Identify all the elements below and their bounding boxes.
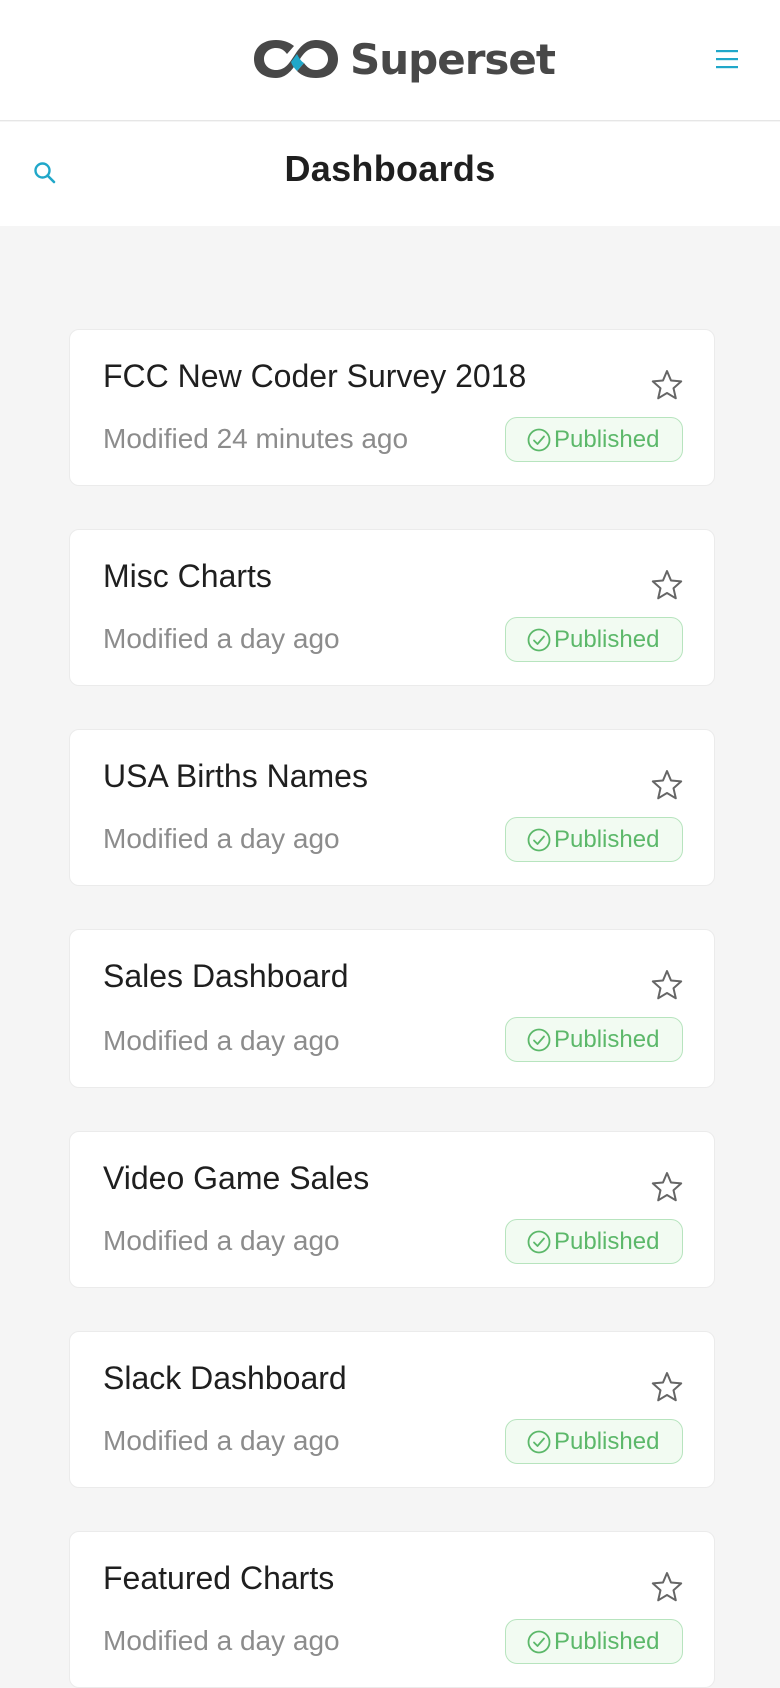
status-label: Published	[554, 1025, 660, 1053]
dashboard-title[interactable]: USA Births Names	[103, 758, 368, 795]
dashboard-card[interactable]: FCC New Coder Survey 2018 Modified 24 mi…	[69, 329, 715, 486]
modified-time: Modified a day ago	[103, 623, 340, 654]
status-label: Published	[554, 1627, 660, 1655]
modified-time: Modified 24 minutes ago	[103, 423, 409, 454]
dashboard-title[interactable]: Slack Dashboard	[103, 1360, 347, 1397]
star-icon[interactable]	[650, 568, 684, 602]
superset-logo-icon	[254, 40, 338, 78]
top-navbar: Superset	[0, 0, 780, 121]
dashboard-card[interactable]: USA Births Names Modified a day ago Publ…	[69, 729, 715, 886]
modified-time: Modified a day ago	[103, 1625, 340, 1656]
modified-time: Modified a day ago	[103, 823, 340, 854]
star-icon[interactable]	[650, 768, 684, 802]
status-label: Published	[554, 625, 660, 653]
check-circle-icon	[527, 1230, 551, 1253]
dashboard-title[interactable]: FCC New Coder Survey 2018	[103, 358, 526, 395]
check-circle-icon	[527, 828, 551, 851]
status-badge: Published	[505, 1219, 683, 1264]
star-icon[interactable]	[650, 368, 684, 402]
star-icon[interactable]	[650, 1370, 684, 1404]
dashboard-title[interactable]: Sales Dashboard	[103, 958, 348, 995]
dashboard-card[interactable]: Sales Dashboard Modified a day ago Publi…	[69, 929, 715, 1088]
status-label: Published	[554, 425, 660, 453]
modified-time: Modified a day ago	[103, 1025, 340, 1056]
check-circle-icon	[527, 628, 551, 651]
check-circle-icon	[527, 1028, 551, 1051]
status-badge: Published	[505, 1017, 683, 1062]
dashboard-card[interactable]: Video Game Sales Modified a day ago Publ…	[69, 1131, 715, 1288]
dashboard-title[interactable]: Misc Charts	[103, 558, 272, 595]
status-label: Published	[554, 825, 660, 853]
page-title: Dashboards	[284, 148, 496, 189]
status-badge: Published	[505, 1619, 683, 1664]
status-badge: Published	[505, 417, 683, 462]
star-icon[interactable]	[650, 968, 684, 1002]
brand-logo[interactable]: Superset	[250, 30, 556, 88]
status-label: Published	[554, 1227, 660, 1255]
modified-time: Modified a day ago	[103, 1225, 340, 1256]
status-badge: Published	[505, 817, 683, 862]
status-label: Published	[554, 1427, 660, 1455]
brand-name: Superset	[350, 34, 556, 84]
status-badge: Published	[505, 1419, 683, 1464]
hamburger-menu-icon[interactable]	[714, 47, 740, 71]
star-icon[interactable]	[650, 1570, 684, 1604]
check-circle-icon	[527, 1430, 551, 1453]
check-circle-icon	[527, 428, 551, 451]
dashboard-card[interactable]: Misc Charts Modified a day ago Published	[69, 529, 715, 686]
status-badge: Published	[505, 617, 683, 662]
modified-time: Modified a day ago	[103, 1425, 340, 1456]
dashboard-card[interactable]: Slack Dashboard Modified a day ago Publi…	[69, 1331, 715, 1488]
dashboard-title[interactable]: Video Game Sales	[103, 1160, 369, 1197]
star-icon[interactable]	[650, 1170, 684, 1204]
check-circle-icon	[527, 1630, 551, 1653]
dashboard-title[interactable]: Featured Charts	[103, 1560, 334, 1597]
dashboard-card[interactable]: Featured Charts Modified a day ago Publi…	[69, 1531, 715, 1688]
